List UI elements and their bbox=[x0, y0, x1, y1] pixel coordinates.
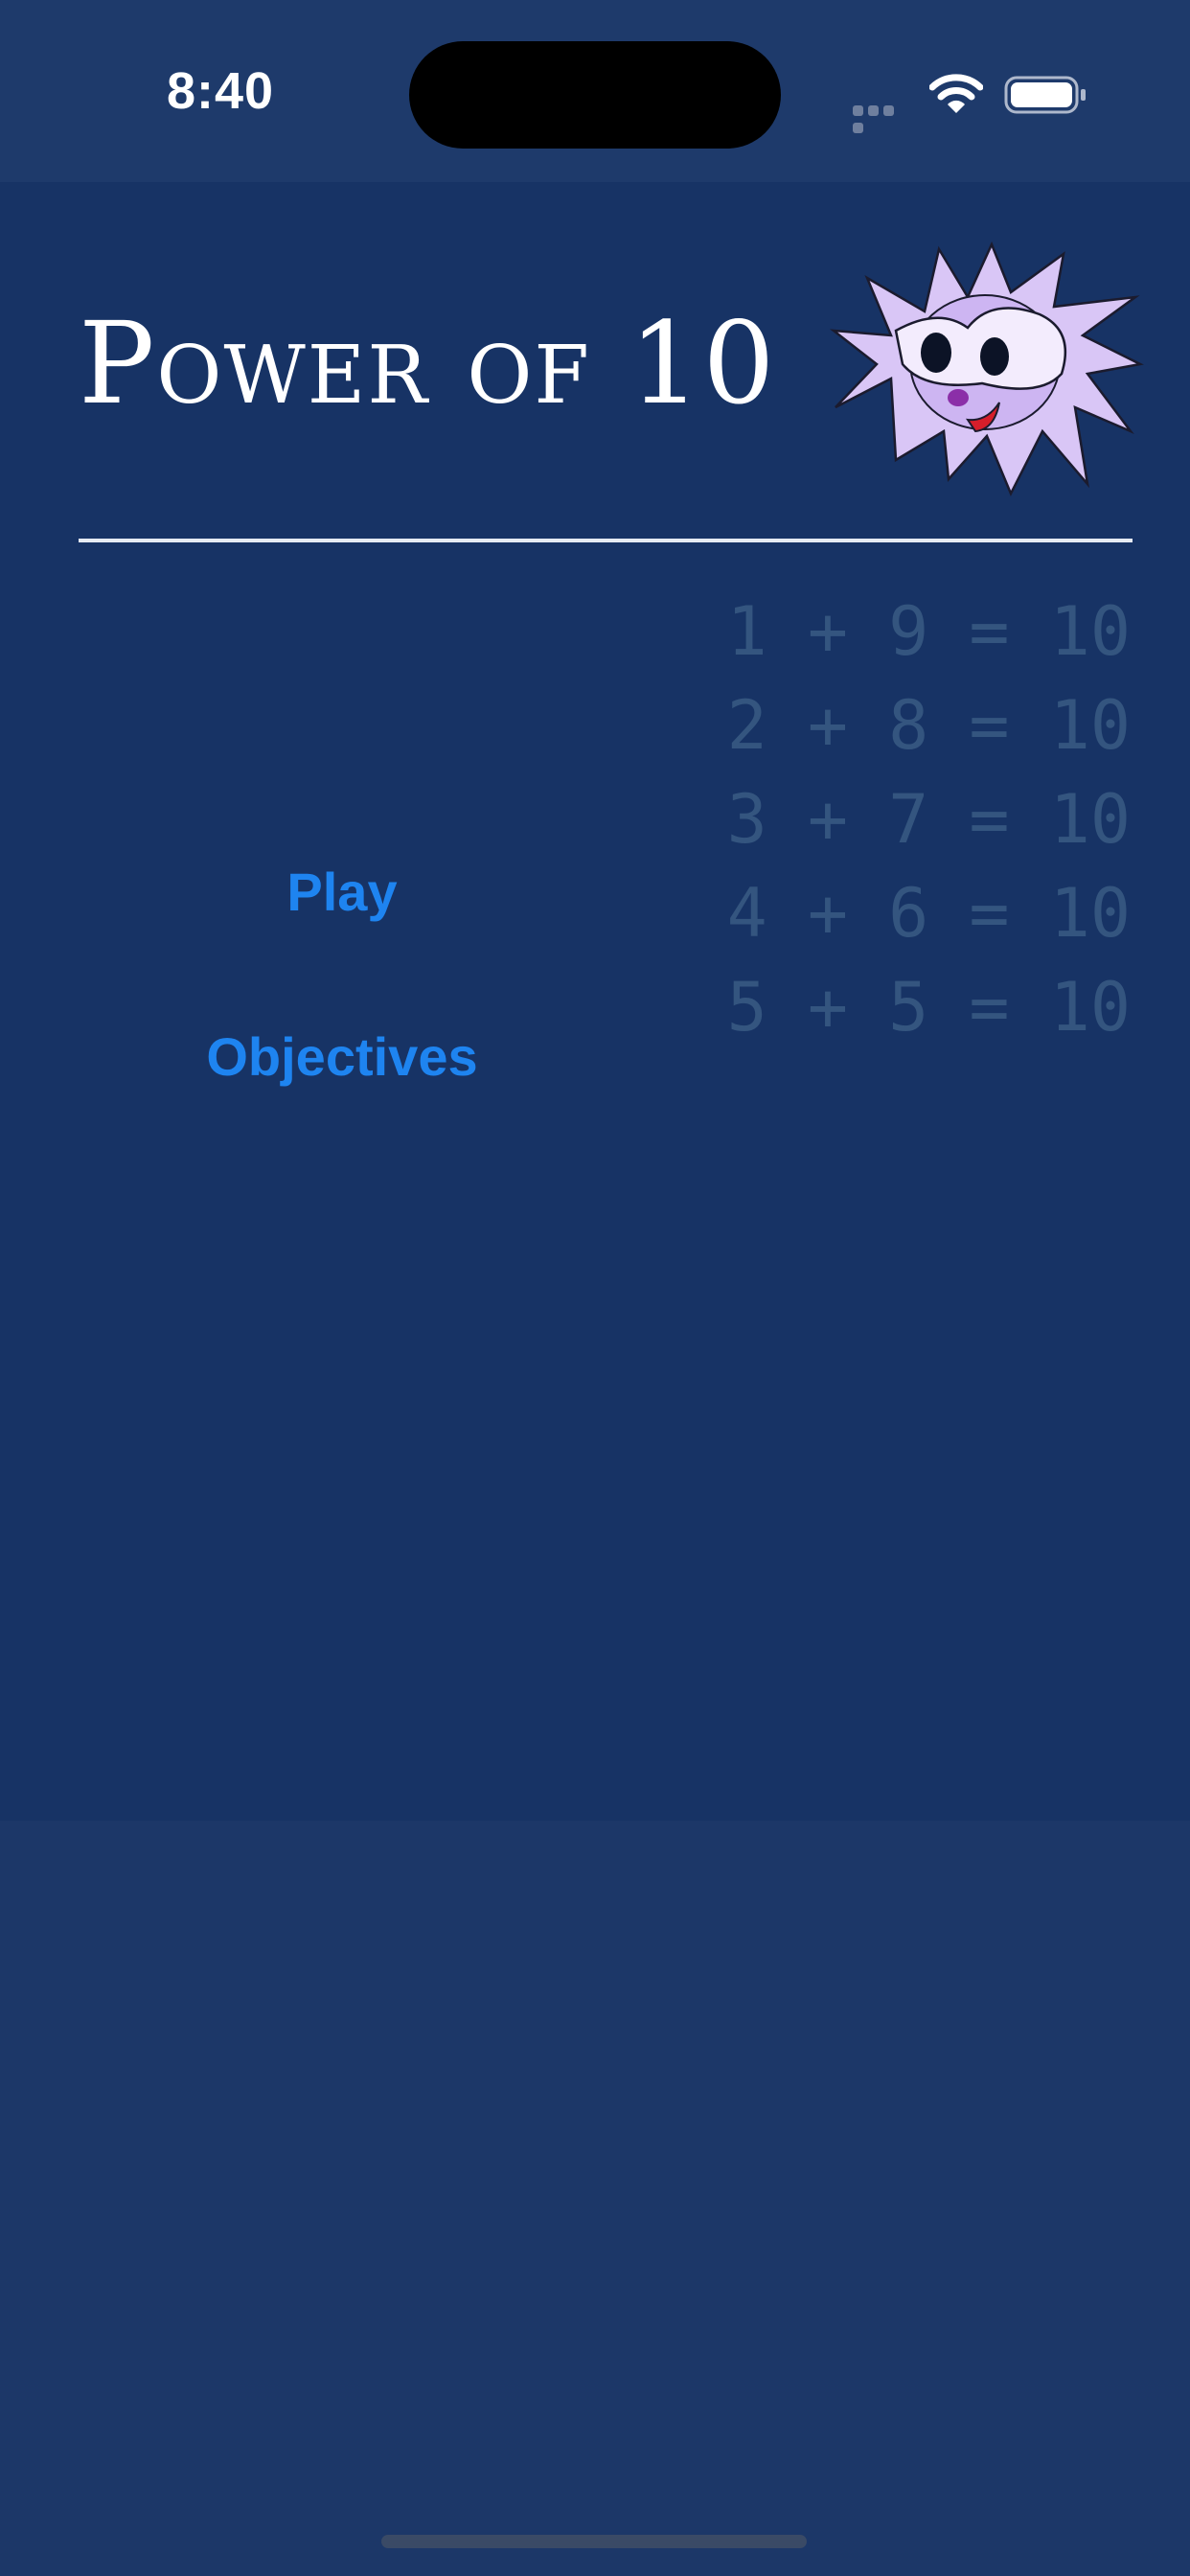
spiky-creature-mascot-icon bbox=[829, 241, 1144, 496]
equation-row: 4 + 6 = 10 bbox=[726, 874, 1131, 953]
home-indicator[interactable] bbox=[381, 2535, 807, 2548]
app-screen: 8:40 Power of 10 1 + 9 = 10 2 + 8 = 10 3… bbox=[0, 0, 1190, 2576]
equations-watermark: 1 + 9 = 10 2 + 8 = 10 3 + 7 = 10 4 + 6 =… bbox=[623, 585, 1131, 1054]
status-time: 8:40 bbox=[166, 62, 275, 120]
equation-row: 3 + 7 = 10 bbox=[726, 780, 1131, 859]
main-panel: Power of 10 1 + 9 = 10 2 + 8 = 10 3 + 7 … bbox=[0, 182, 1190, 1821]
equation-row: 1 + 9 = 10 bbox=[726, 592, 1131, 671]
equation-row: 5 + 5 = 10 bbox=[726, 968, 1131, 1046]
play-button[interactable]: Play bbox=[150, 843, 534, 939]
status-bar: 8:40 bbox=[0, 0, 1190, 182]
wifi-icon bbox=[929, 74, 983, 113]
header-divider bbox=[79, 539, 1133, 542]
empty-lower-area bbox=[0, 1821, 1190, 2576]
app-title: Power of 10 bbox=[79, 297, 777, 429]
objectives-button[interactable]: Objectives bbox=[150, 1008, 534, 1104]
signal-icon bbox=[853, 104, 912, 133]
dynamic-island bbox=[409, 41, 781, 149]
equation-row: 2 + 8 = 10 bbox=[726, 686, 1131, 765]
battery-icon bbox=[1004, 76, 1086, 114]
